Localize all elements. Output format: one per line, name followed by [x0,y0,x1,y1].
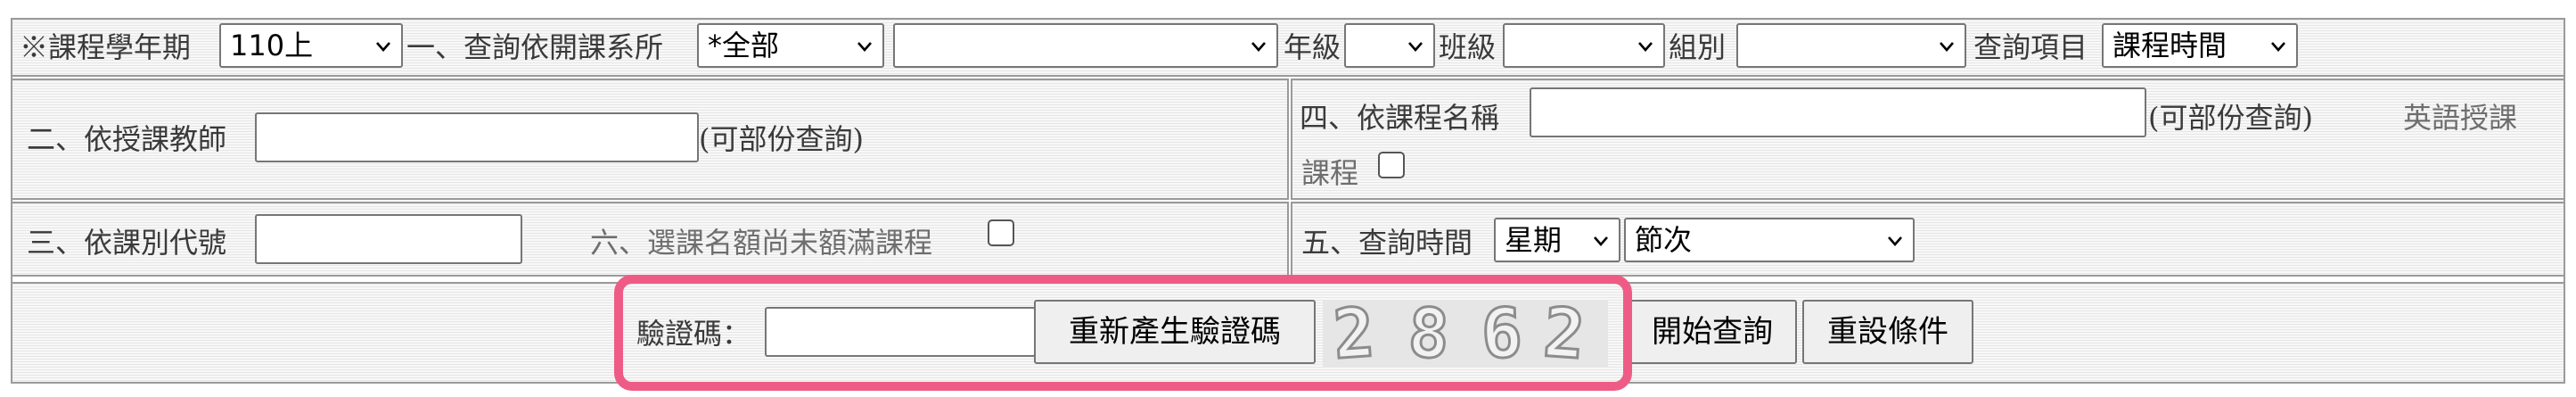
unfilled-courses-checkbox[interactable] [988,219,1014,246]
captcha-image: 2 8 6 2 [1323,300,1608,368]
term-select-value: 110上 [230,29,314,62]
row-query-time [1291,202,2565,277]
query-item-select[interactable]: 課程時間 [2102,23,2298,68]
course-name-hint: (可部份查詢) [2148,101,2313,135]
dept-label: 一、查詢依開課系所 [406,30,664,64]
category-input[interactable] [255,214,522,264]
class-label: 班級 [1439,30,1497,64]
query-time-label: 五、查詢時間 [1301,226,1473,260]
teacher-label: 二、依授課教師 [27,122,227,156]
class-select[interactable] [1503,23,1665,68]
chevron-down-icon [374,37,392,55]
captcha-label: 驗證碼： [636,317,751,351]
search-button[interactable]: 開始查詢 [1628,300,1797,364]
chevron-down-icon [1250,37,1267,55]
weekday-select[interactable]: 星期 [1494,218,1620,262]
course-name-label: 四、依課程名稱 [1300,101,1500,135]
chevron-down-icon [1886,232,1904,250]
course-name-input[interactable] [1530,87,2146,137]
dept-select[interactable]: *全部 [697,23,884,68]
unfilled-courses-label: 六、選課名額尚未額滿課程 [590,226,933,260]
period-select[interactable]: 節次 [1624,218,1915,262]
chevron-down-icon [1637,37,1654,55]
captcha-digit: 8 [1405,300,1452,368]
dept-select-value: *全部 [708,29,780,62]
english-course-checkbox[interactable] [1378,152,1405,178]
captcha-input[interactable] [765,307,1036,357]
captcha-digit: 2 [1539,300,1588,368]
weekday-select-value: 星期 [1505,223,1563,257]
reset-button[interactable]: 重設條件 [1802,300,1973,364]
captcha-digit: 2 [1329,300,1378,368]
chevron-down-icon [1592,232,1610,250]
query-item-select-value: 課程時間 [2112,29,2227,62]
period-select-value: 節次 [1635,223,1693,257]
regenerate-captcha-button[interactable]: 重新產生驗證碼 [1034,300,1316,364]
query-item-label: 查詢項目 [1973,30,2088,64]
group-label: 組別 [1669,30,1727,64]
teacher-input[interactable] [255,112,699,162]
english-course-label-cont: 課程 [1301,156,1359,190]
term-label: ※課程學年期 [20,30,192,64]
english-course-label: 英語授課 [2403,101,2518,135]
chevron-down-icon [856,37,874,55]
group-select[interactable] [1736,23,1966,68]
chevron-down-icon [1938,37,1956,55]
category-label: 三、依課別代號 [27,226,227,260]
chevron-down-icon [2269,37,2287,55]
grade-select[interactable] [1344,23,1435,68]
captcha-digit: 6 [1479,300,1525,368]
chevron-down-icon [1407,37,1424,55]
teacher-hint: (可部份查詢) [699,122,864,156]
dept-sub-select[interactable] [893,23,1278,68]
term-select[interactable]: 110上 [219,23,403,68]
grade-label: 年級 [1284,30,1341,64]
